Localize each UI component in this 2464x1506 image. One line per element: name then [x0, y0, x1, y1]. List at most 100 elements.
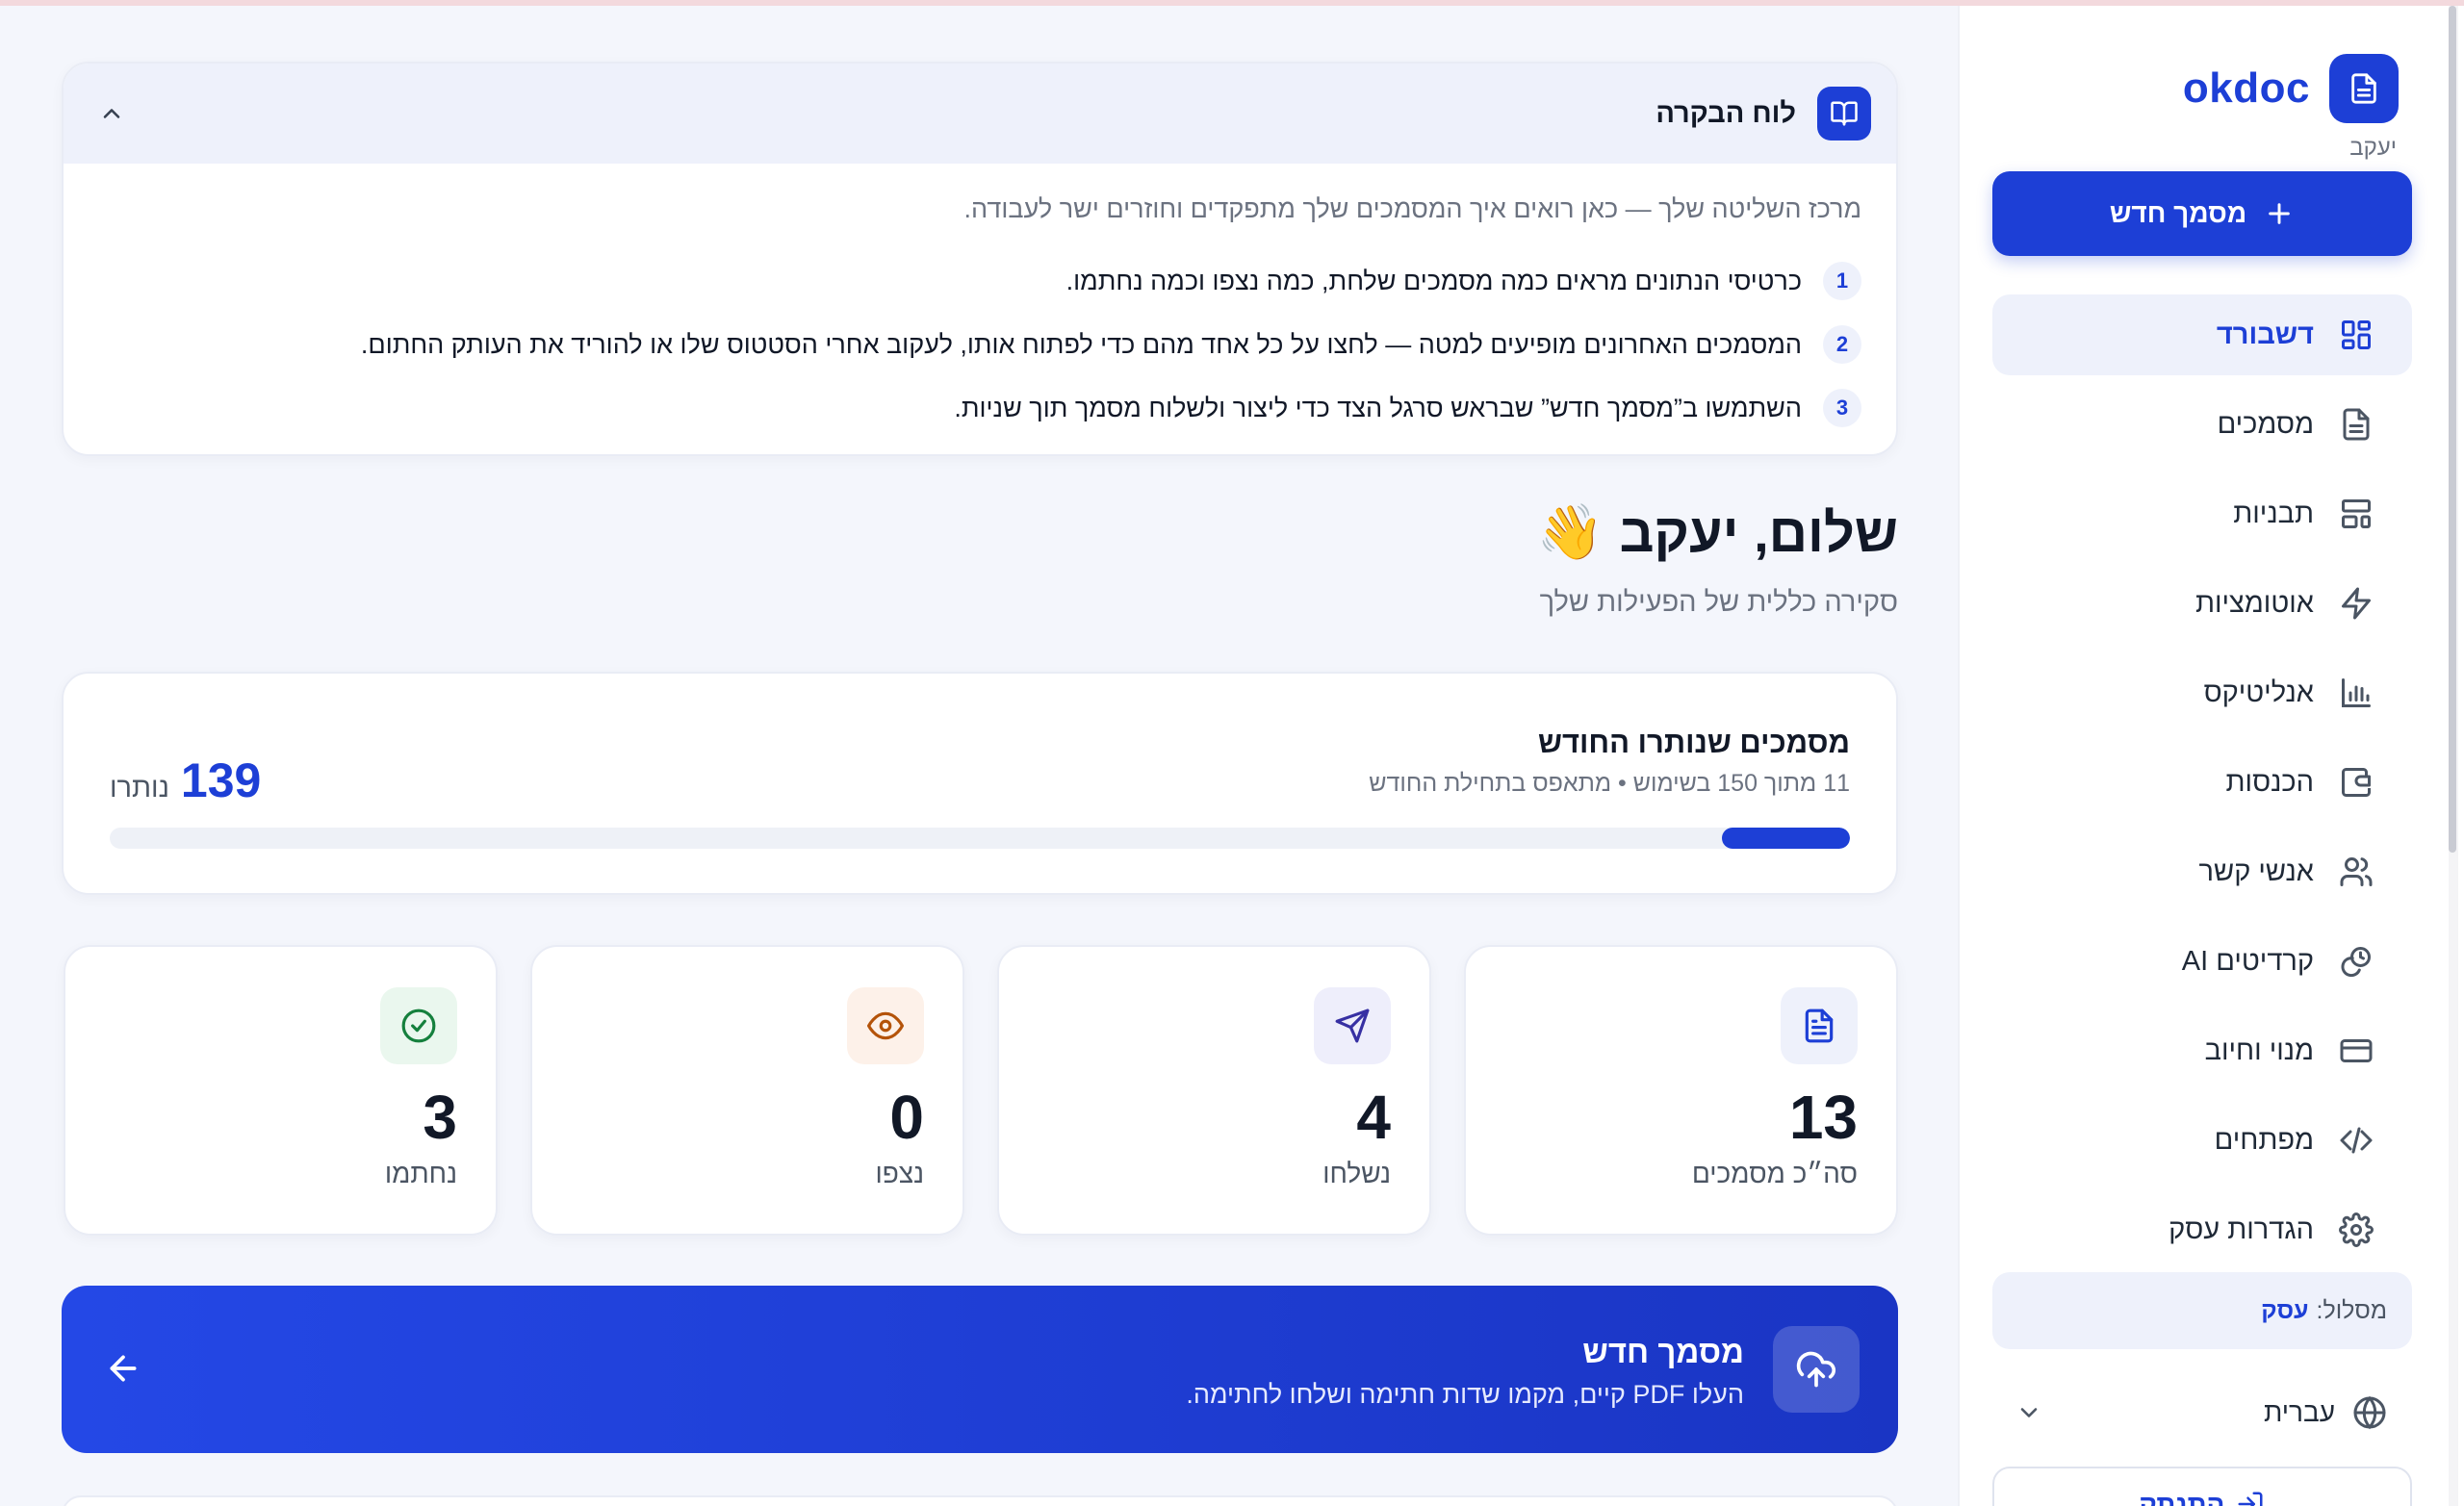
step-number: 2: [1823, 325, 1861, 364]
stat-card-viewed[interactable]: 0 נצפו: [530, 945, 964, 1236]
sidebar-item-label: אנליטיקס: [2203, 676, 2314, 708]
sidebar-item-label: מנוי וחיוב: [2204, 1034, 2314, 1066]
sidebar-item-label: דשבורד: [2216, 319, 2314, 350]
sidebar-item-automations[interactable]: אוטומציות: [1992, 563, 2412, 644]
dashboard-icon: [2342, 320, 2371, 349]
page: לוח הבקרה מרכז השליטה שלך — כאן רואים אי…: [0, 6, 2464, 1506]
stat-value: 4: [1356, 1083, 1391, 1152]
sidebar-item-dashboard[interactable]: דשבורד: [1992, 294, 2412, 375]
stat-label: נשלחו: [1322, 1159, 1391, 1188]
plan-label: מסלול:: [2316, 1296, 2388, 1324]
banner-subtitle: העלו PDF קיים, מקמו שדות חתימה ושלחו לחת…: [1186, 1380, 1744, 1409]
sidebar-item-billing[interactable]: מנוי וחיוב: [1992, 1010, 2412, 1091]
logout-icon: [2238, 1492, 2263, 1506]
waving-hand-icon: 👋: [1536, 501, 1604, 562]
page-title: שלום, יעקב 👋: [1537, 500, 1898, 564]
sidebar-item-ai-credits[interactable]: קרדיטים AI: [1992, 921, 2412, 1002]
brand-name: okdoc: [2182, 64, 2310, 112]
guide-body: מרכז השליטה שלך — כאן רואים איך המסמכים …: [64, 164, 1896, 440]
stat-value: 3: [423, 1083, 457, 1152]
page-subtitle: סקירה כללית של הפעילות שלך: [1539, 587, 1898, 618]
check-circle-icon: [380, 987, 457, 1064]
sidebar-item-label: תבניות: [2233, 498, 2314, 529]
plus-icon: [2269, 203, 2290, 224]
sidebar-nav: דשבורד מסמכים תבניות אוטומציות אנליטיקס …: [1992, 294, 2412, 1279]
usage-title: מסמכים שנותרו החודש: [1538, 726, 1850, 759]
dashboard-guide-panel: לוח הבקרה מרכז השליטה שלך — כאן רואים אי…: [62, 62, 1898, 456]
user-name: יעקב: [2349, 135, 2397, 161]
sidebar-item-label: הגדרות עסק: [2169, 1213, 2314, 1245]
chevron-down-icon: [2020, 1408, 2038, 1417]
arrow-left-icon[interactable]: [104, 1349, 142, 1392]
sidebar-item-label: הכנסות: [2225, 766, 2314, 798]
globe-icon: [2353, 1395, 2386, 1430]
lightning-icon: [2342, 587, 2371, 620]
send-icon: [1314, 987, 1391, 1064]
sidebar-item-contacts[interactable]: אנשי קשר: [1992, 831, 2412, 912]
usage-remaining: 139 נותרו: [110, 753, 261, 808]
step-number: 3: [1823, 389, 1861, 427]
sidebar-item-label: אנשי קשר: [2198, 855, 2314, 887]
remaining-label: נותרו: [110, 773, 169, 804]
stats-row: 13 סה״כ מסמכים 4 נשלחו 0 נצפו 3 נחתמו: [62, 945, 1898, 1236]
stat-card-total[interactable]: 13 סה״כ מסמכים: [1464, 945, 1898, 1236]
credit-card-icon: [2340, 1039, 2373, 1062]
templates-icon: [2342, 499, 2371, 528]
new-document-button[interactable]: מסמך חדש: [1992, 171, 2412, 256]
sidebar-item-developers[interactable]: מפתחים: [1992, 1100, 2412, 1181]
brand[interactable]: okdoc: [2183, 54, 2399, 123]
step-text: המסמכים האחרונים מופיעים למטה — לחצו על …: [360, 329, 1802, 359]
eye-icon: [847, 987, 924, 1064]
banner-title: מסמך חדש: [1582, 1334, 1744, 1369]
guide-step: 2 המסמכים האחרונים מופיעים למטה — לחצו ע…: [98, 313, 1861, 376]
guide-title: לוח הבקרה: [1656, 97, 1796, 129]
step-text: השתמשו ב”מסמך חדש” שבראש סרגל הצד כדי לי…: [954, 393, 1802, 422]
logout-label: התנתק: [2139, 1490, 2225, 1506]
stat-card-signed[interactable]: 3 נחתמו: [64, 945, 498, 1236]
remaining-count: 139: [180, 753, 262, 807]
logout-button[interactable]: התנתק: [1992, 1467, 2412, 1506]
sidebar-item-label: מסמכים: [2217, 408, 2314, 440]
stat-value: 13: [1788, 1083, 1858, 1152]
gear-icon: [2339, 1212, 2374, 1247]
users-icon: [2340, 857, 2373, 886]
plan-badge: מסלול: עסק: [1992, 1272, 2412, 1349]
stat-value: 0: [889, 1083, 924, 1152]
chevron-up-icon[interactable]: [98, 100, 125, 132]
code-icon: [2340, 1127, 2373, 1154]
document-icon: [2343, 408, 2370, 441]
book-icon: [1817, 87, 1871, 140]
new-document-label: מסמך חדש: [2109, 198, 2247, 228]
language-selector[interactable]: עברית: [1992, 1378, 2412, 1447]
usage-progress-bar: [110, 828, 1850, 849]
stat-label: נצפו: [875, 1159, 924, 1188]
sidebar-item-label: אוטומציות: [2194, 587, 2314, 619]
new-document-banner[interactable]: מסמך חדש העלו PDF קיים, מקמו שדות חתימה …: [62, 1286, 1898, 1453]
sidebar-item-templates[interactable]: תבניות: [1992, 473, 2412, 554]
sidebar-item-documents[interactable]: מסמכים: [1992, 384, 2412, 465]
monthly-usage-card: מסמכים שנותרו החודש 11 מתוך 150 בשימוש •…: [62, 672, 1898, 895]
wallet-icon: [2342, 768, 2371, 797]
usage-subtitle: 11 מתוך 150 בשימוש • מתאפס בתחילת החודש: [1369, 770, 1850, 797]
guide-intro: מרכז השליטה שלך — כאן רואים איך המסמכים …: [963, 194, 1861, 223]
stat-label: סה״כ מסמכים: [1691, 1159, 1858, 1188]
chart-icon: [2342, 678, 2371, 707]
guide-step: 3 השתמשו ב”מסמך חדש” שבראש סרגל הצד כדי …: [98, 376, 1861, 440]
greeting-text: שלום, יעקב: [1619, 501, 1898, 563]
guide-header[interactable]: לוח הבקרה: [64, 64, 1896, 164]
sidebar-item-revenue[interactable]: הכנסות: [1992, 742, 2412, 823]
step-number: 1: [1823, 262, 1861, 300]
document-icon: [1781, 987, 1858, 1064]
plan-value: עסק: [2261, 1296, 2309, 1324]
sidebar-item-analytics[interactable]: אנליטיקס: [1992, 652, 2412, 733]
sidebar: okdoc יעקב מסמך חדש דשבורד מסמכים תבניות…: [1958, 6, 2464, 1506]
document-icon: [2329, 54, 2399, 123]
scrollbar-thumb[interactable]: [2449, 6, 2456, 853]
sidebar-item-business-settings[interactable]: הגדרות עסק: [1992, 1189, 2412, 1270]
stat-label: נחתמו: [384, 1159, 457, 1188]
cloud-upload-icon: [1773, 1326, 1860, 1413]
recent-documents-card: [62, 1495, 1898, 1506]
sidebar-item-label: קרדיטים AI: [2181, 945, 2314, 977]
sidebar-item-label: מפתחים: [2214, 1124, 2314, 1156]
stat-card-sent[interactable]: 4 נשלחו: [997, 945, 1431, 1236]
